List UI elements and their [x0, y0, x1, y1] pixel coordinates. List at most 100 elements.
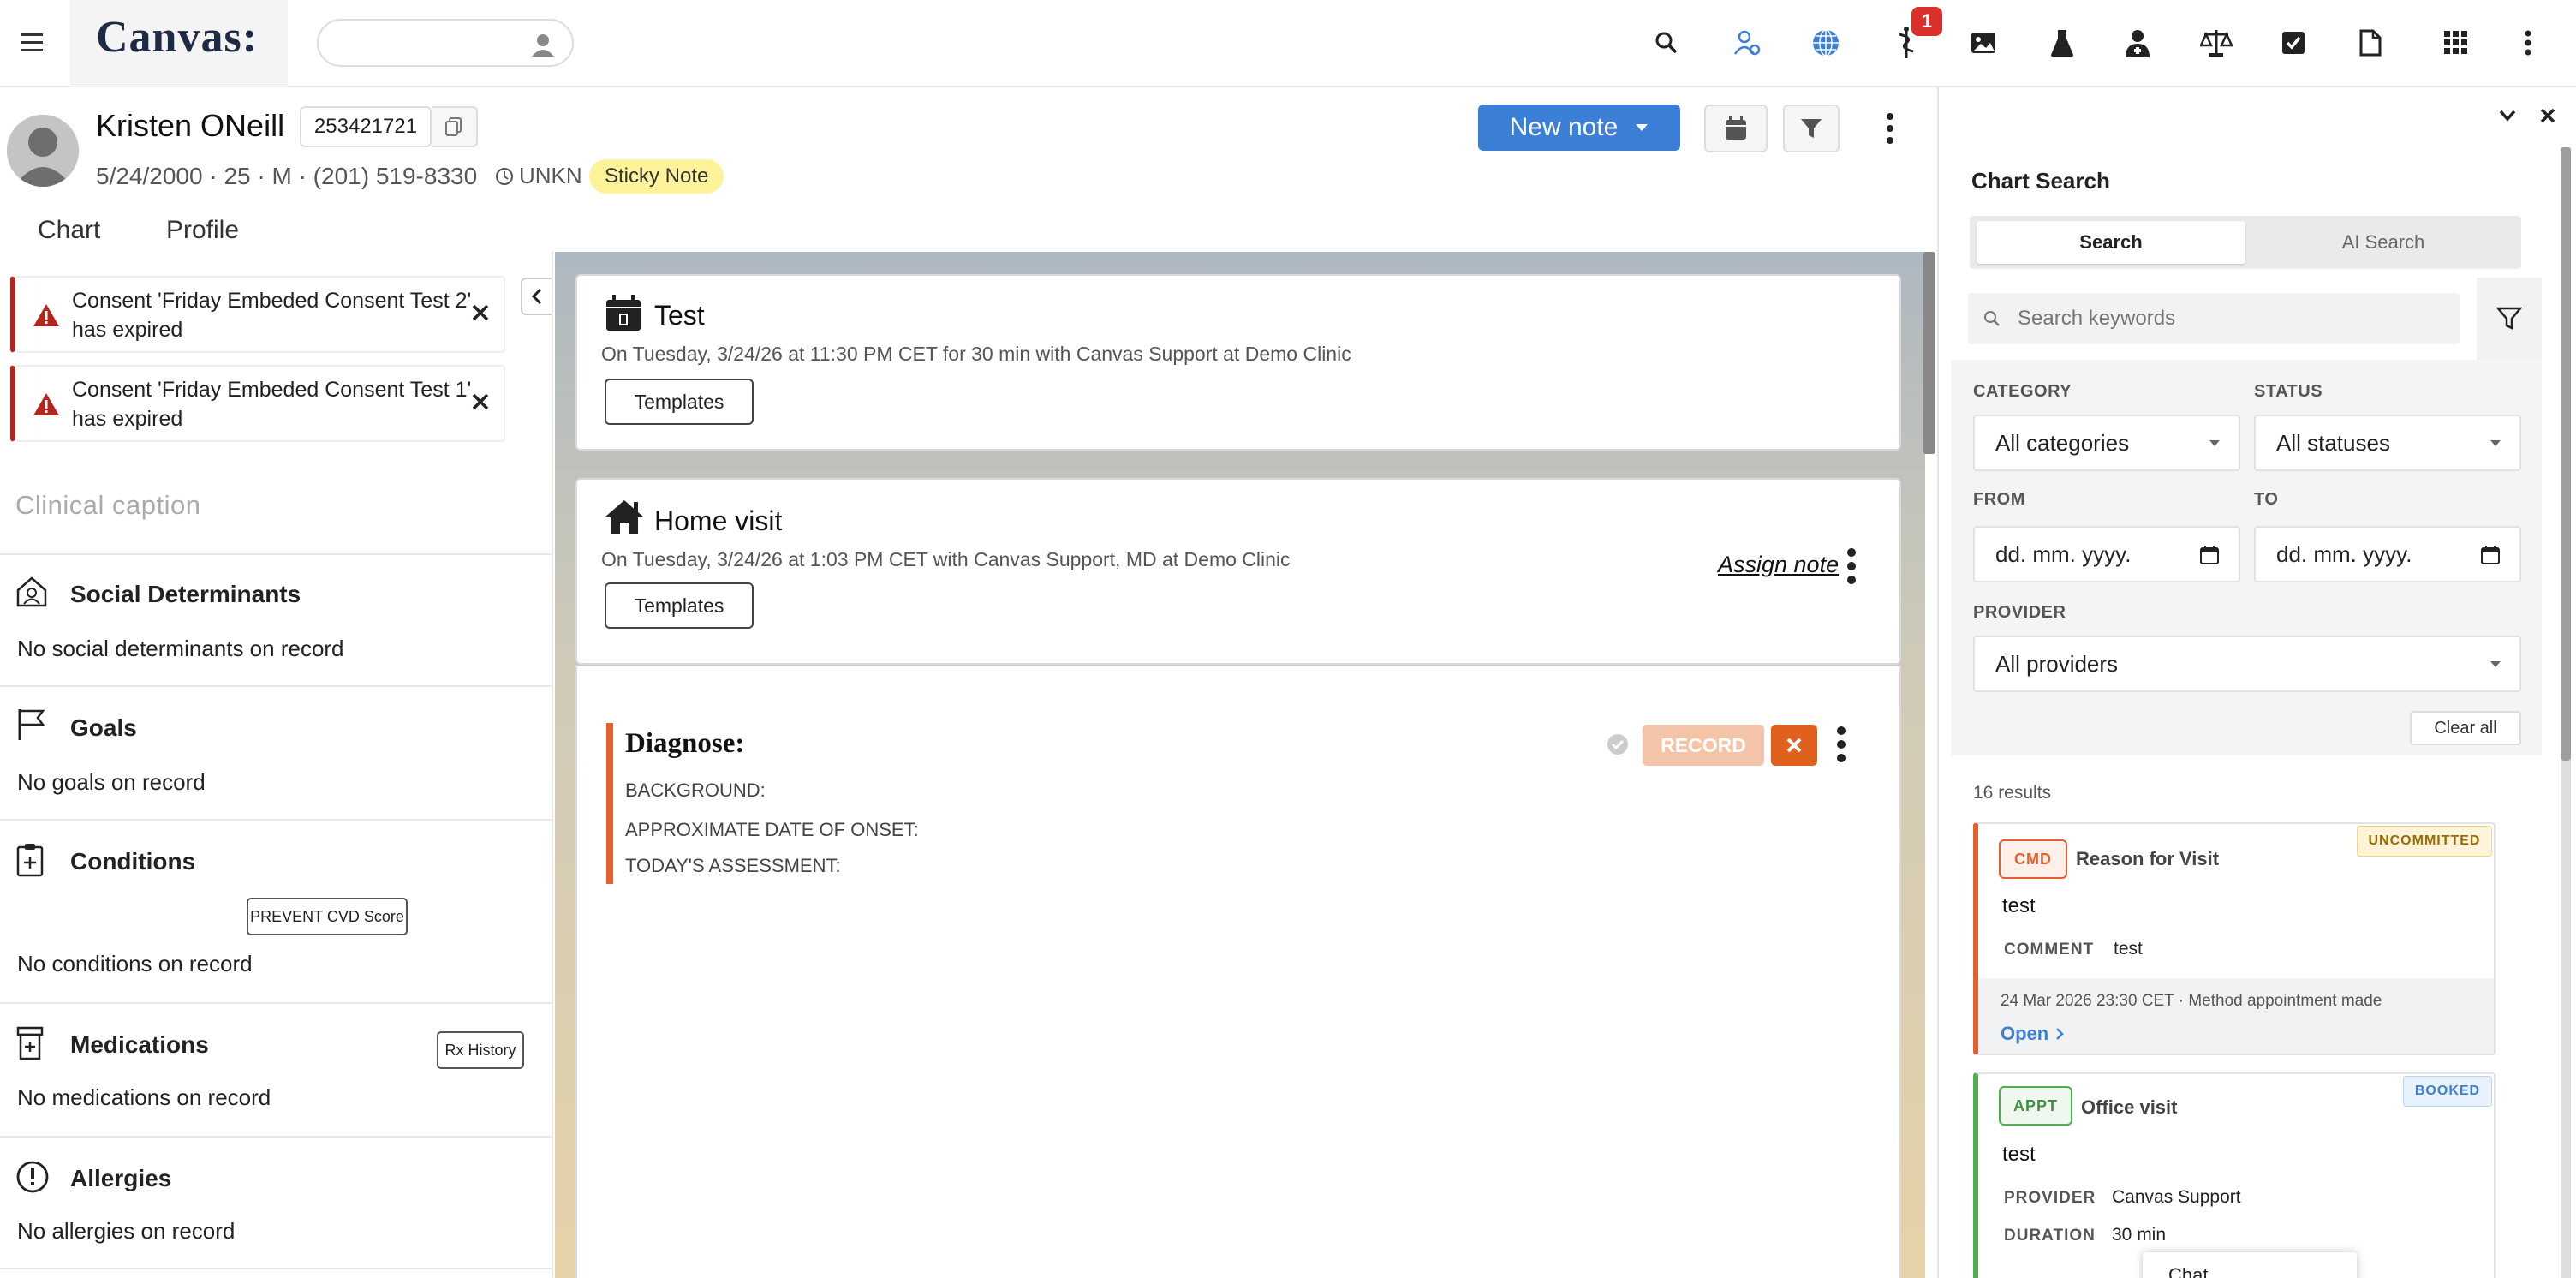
- open-label: Open: [2001, 1023, 2049, 1044]
- to-date-value: dd. mm. yyyy.: [2276, 540, 2412, 567]
- search-keywords-input[interactable]: [1968, 293, 2460, 344]
- doctor-icon[interactable]: [2119, 24, 2156, 62]
- tab-search[interactable]: Search: [1977, 221, 2245, 264]
- divider: [0, 1268, 553, 1269]
- diagnose-field-assessment[interactable]: TODAY'S ASSESSMENT:: [625, 855, 841, 877]
- result-field-key: PROVIDER: [2004, 1189, 2096, 1207]
- result-meta: 24 Mar 2026 23:30 CET · Method appointme…: [2001, 992, 2382, 1010]
- section-title-social-determinants[interactable]: Social Determinants: [70, 581, 301, 608]
- sticky-note-button[interactable]: Sticky Note: [589, 159, 724, 194]
- category-value: All categories: [1995, 429, 2130, 456]
- chevron-down-icon: [1636, 124, 1649, 131]
- delete-command-button[interactable]: [1771, 725, 1817, 766]
- section-title-medications[interactable]: Medications: [70, 1031, 209, 1059]
- checkbox-icon[interactable]: [2275, 24, 2312, 62]
- social-determinants-icon: [15, 576, 48, 608]
- divider: [0, 685, 553, 687]
- diagnose-title: Diagnose:: [625, 728, 745, 759]
- command-accent-bar: [606, 723, 613, 884]
- prevent-cvd-score-button[interactable]: PREVENT CVD Score: [247, 898, 408, 935]
- from-date-value: dd. mm. yyyy.: [1995, 540, 2132, 567]
- search-icon: [1983, 310, 2001, 327]
- medications-empty: No medications on record: [17, 1084, 271, 1110]
- filter-icon: [1801, 119, 1822, 138]
- patient-timezone: UNKN: [495, 163, 582, 189]
- section-title-allergies[interactable]: Allergies: [70, 1165, 171, 1192]
- document-icon[interactable]: [2352, 24, 2389, 62]
- new-note-label: New note: [1509, 113, 1619, 141]
- scales-icon[interactable]: [2197, 24, 2235, 62]
- patient-lookup-icon[interactable]: [1728, 24, 1766, 62]
- assign-note-link[interactable]: Assign note: [1718, 552, 1839, 578]
- panel-controls: [2499, 106, 2567, 127]
- result-field-key: DURATION: [2004, 1227, 2096, 1245]
- to-date-input[interactable]: dd. mm. yyyy.: [2254, 526, 2521, 582]
- note-title[interactable]: Test: [654, 300, 705, 331]
- note-subtitle: On Tuesday, 3/24/26 at 11:30 PM CET for …: [601, 343, 1351, 365]
- timezone-label: UNKN: [519, 163, 582, 188]
- close-icon[interactable]: [471, 303, 490, 322]
- result-field-key: COMMENT: [2004, 941, 2095, 958]
- new-note-button[interactable]: New note: [1478, 105, 1680, 151]
- panel-scrollbar-thumb[interactable]: [2561, 147, 2571, 761]
- close-icon[interactable]: [471, 392, 490, 411]
- globe-icon[interactable]: [1807, 24, 1845, 62]
- patient-id: 253421721: [300, 106, 432, 147]
- chat-popover[interactable]: Chat: [2143, 1252, 2357, 1278]
- record-button[interactable]: RECORD: [1643, 725, 1764, 766]
- header-more-icon[interactable]: [1877, 110, 1903, 147]
- note-more-icon[interactable]: [1841, 546, 1862, 586]
- alert-text: Consent 'Friday Embeded Consent Test 2' …: [72, 289, 472, 342]
- result-title: Office visit: [2081, 1096, 2178, 1118]
- search-icon[interactable]: [1648, 24, 1685, 62]
- goals-empty: No goals on record: [17, 769, 206, 795]
- patient-search-input[interactable]: [317, 19, 574, 67]
- toggle-filters-button[interactable]: [2477, 278, 2542, 360]
- copy-id-button[interactable]: [432, 106, 478, 147]
- result-field-value: Canvas Support: [2112, 1187, 2241, 1207]
- open-result-link[interactable]: Open: [2001, 1023, 2065, 1045]
- apps-grid-icon[interactable]: [2437, 24, 2475, 62]
- hamburger-menu-icon[interactable]: [15, 26, 50, 60]
- provider-select[interactable]: All providers: [1973, 636, 2521, 692]
- collapse-sidebar-button[interactable]: [521, 278, 552, 315]
- tab-profile[interactable]: Profile: [166, 216, 239, 245]
- diagnose-field-onset[interactable]: APPROXIMATE DATE OF ONSET:: [625, 819, 919, 841]
- category-select[interactable]: All categories: [1973, 415, 2240, 471]
- result-body: test: [2002, 894, 2036, 917]
- notes-scrollbar[interactable]: [1923, 252, 1935, 454]
- calendar-icon: [2199, 545, 2220, 565]
- caret-down-icon: [2209, 440, 2220, 446]
- lab-flask-icon[interactable]: [2043, 24, 2081, 62]
- allergies-empty: No allergies on record: [17, 1218, 236, 1244]
- status-select[interactable]: All statuses: [2254, 415, 2521, 471]
- tab-ai-search[interactable]: AI Search: [2249, 221, 2518, 264]
- result-field-value: test: [2114, 939, 2143, 958]
- more-vertical-icon[interactable]: [2509, 24, 2547, 62]
- calendar-button[interactable]: [1704, 105, 1768, 152]
- diagnose-field-background[interactable]: BACKGROUND:: [625, 779, 766, 802]
- rx-history-button[interactable]: Rx History: [437, 1031, 524, 1069]
- caret-down-icon: [2490, 440, 2501, 446]
- chart-search-title: Chart Search: [1971, 168, 2110, 194]
- caret-down-icon: [2490, 661, 2501, 667]
- patient-name: Kristen ONeill: [96, 108, 285, 143]
- image-icon[interactable]: [1965, 24, 2002, 62]
- person-icon: [529, 31, 557, 58]
- templates-button[interactable]: Templates: [605, 582, 754, 629]
- note-title[interactable]: Home visit: [654, 505, 782, 537]
- close-icon: [1786, 738, 1802, 753]
- filter-button[interactable]: [1783, 105, 1840, 152]
- clipboard-plus-icon: [15, 843, 45, 877]
- from-date-input[interactable]: dd. mm. yyyy.: [1973, 526, 2240, 582]
- clinical-caption-input[interactable]: Clinical caption: [15, 490, 201, 521]
- clear-all-button[interactable]: Clear all: [2410, 711, 2521, 745]
- command-more-icon[interactable]: [1831, 725, 1852, 764]
- divider: [0, 553, 553, 555]
- divider: [0, 1002, 553, 1004]
- section-title-conditions[interactable]: Conditions: [70, 848, 195, 875]
- section-title-goals[interactable]: Goals: [70, 714, 137, 742]
- tab-chart[interactable]: Chart: [38, 216, 101, 255]
- avatar[interactable]: [7, 115, 79, 187]
- templates-button[interactable]: Templates: [605, 379, 754, 425]
